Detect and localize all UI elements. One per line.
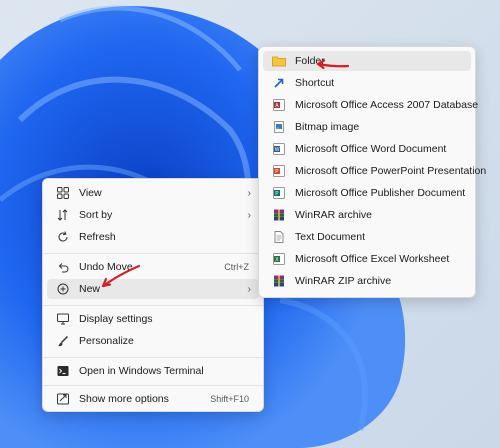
folder-icon — [271, 53, 287, 69]
menu-item-show-more-options[interactable]: Show more options Shift+F10 — [47, 389, 259, 409]
menu-item-undo-move[interactable]: Undo Move Ctrl+Z — [47, 257, 259, 277]
submenu-item-winrar-zip[interactable]: WinRAR ZIP archive — [263, 271, 471, 291]
bitmap-icon — [271, 119, 287, 135]
menu-item-label: New — [79, 283, 101, 295]
menu-item-label: Refresh — [79, 231, 116, 243]
add-circle-icon — [55, 281, 71, 297]
terminal-icon — [55, 363, 71, 379]
submenu-item-label: Microsoft Office Word Document — [295, 143, 447, 155]
submenu-item-label: Microsoft Office Publisher Document — [295, 187, 466, 199]
submenu-item-text-document[interactable]: Text Document — [263, 227, 471, 247]
word-icon: W — [271, 141, 287, 157]
menu-item-label: View — [79, 187, 102, 199]
submenu-item-powerpoint[interactable]: P Microsoft Office PowerPoint Presentati… — [263, 161, 486, 181]
menu-item-personalize[interactable]: Personalize — [47, 331, 259, 351]
menu-divider — [43, 305, 263, 306]
chevron-right-icon: › — [247, 283, 251, 295]
menu-item-label: Personalize — [79, 335, 134, 347]
menu-item-new[interactable]: New › — [47, 279, 259, 299]
menu-item-label: Open in Windows Terminal — [79, 365, 204, 377]
menu-item-view[interactable]: View › — [47, 183, 259, 203]
menu-item-sort-by[interactable]: Sort by › — [47, 205, 259, 225]
menu-item-shortcut: Shift+F10 — [210, 394, 249, 404]
submenu-item-label: Shortcut — [295, 77, 335, 89]
submenu-item-label: WinRAR ZIP archive — [295, 275, 392, 287]
menu-item-label: Sort by — [79, 209, 113, 221]
submenu-item-publisher[interactable]: P Microsoft Office Publisher Document — [263, 183, 471, 203]
submenu-item-label: Microsoft Office Access 2007 Database — [295, 99, 479, 111]
undo-icon — [55, 259, 71, 275]
submenu-item-label: Text Document — [295, 231, 366, 243]
shortcut-icon — [271, 75, 287, 91]
menu-item-open-terminal[interactable]: Open in Windows Terminal — [47, 361, 259, 381]
chevron-right-icon: › — [247, 209, 251, 221]
submenu-item-label: Microsoft Office PowerPoint Presentation — [295, 165, 487, 177]
desktop-context-menu: View › Sort by › Refresh Undo Move Ctrl+… — [42, 178, 264, 412]
submenu-item-label: WinRAR archive — [295, 209, 373, 221]
menu-divider — [43, 357, 263, 358]
new-submenu: Folder Shortcut A Microsoft Office Acces… — [258, 46, 486, 298]
submenu-item-bitmap[interactable]: Bitmap image — [263, 117, 471, 137]
submenu-item-shortcut[interactable]: Shortcut — [263, 73, 471, 93]
brush-icon — [55, 333, 71, 349]
submenu-item-excel[interactable]: X Microsoft Office Excel Worksheet — [263, 249, 471, 269]
menu-divider — [43, 253, 263, 254]
menu-item-refresh[interactable]: Refresh — [47, 227, 259, 247]
refresh-icon — [55, 229, 71, 245]
menu-item-label: Display settings — [79, 313, 153, 325]
submenu-item-winrar[interactable]: WinRAR archive — [263, 205, 471, 225]
winrar-icon — [271, 207, 287, 223]
publisher-icon: P — [271, 185, 287, 201]
menu-item-shortcut: Ctrl+Z — [224, 262, 249, 272]
excel-icon: X — [271, 251, 287, 267]
display-icon — [55, 311, 71, 327]
sort-icon — [55, 207, 71, 223]
access-icon: A — [271, 97, 287, 113]
submenu-item-word[interactable]: W Microsoft Office Word Document — [263, 139, 471, 159]
winrar-zip-icon — [271, 273, 287, 289]
svg-text:W: W — [275, 147, 280, 153]
menu-item-label: Show more options — [79, 393, 169, 405]
submenu-item-label: Microsoft Office Excel Worksheet — [295, 253, 450, 265]
menu-divider — [43, 385, 263, 386]
text-document-icon — [271, 229, 287, 245]
menu-item-label: Undo Move — [79, 261, 133, 273]
menu-item-display-settings[interactable]: Display settings — [47, 309, 259, 329]
grid-icon — [55, 185, 71, 201]
submenu-item-label: Folder — [295, 55, 325, 67]
more-options-icon — [55, 391, 71, 407]
submenu-item-folder[interactable]: Folder — [263, 51, 471, 71]
submenu-item-access[interactable]: A Microsoft Office Access 2007 Database — [263, 95, 478, 115]
submenu-item-label: Bitmap image — [295, 121, 360, 133]
chevron-right-icon: › — [247, 187, 251, 199]
powerpoint-icon: P — [271, 163, 287, 179]
